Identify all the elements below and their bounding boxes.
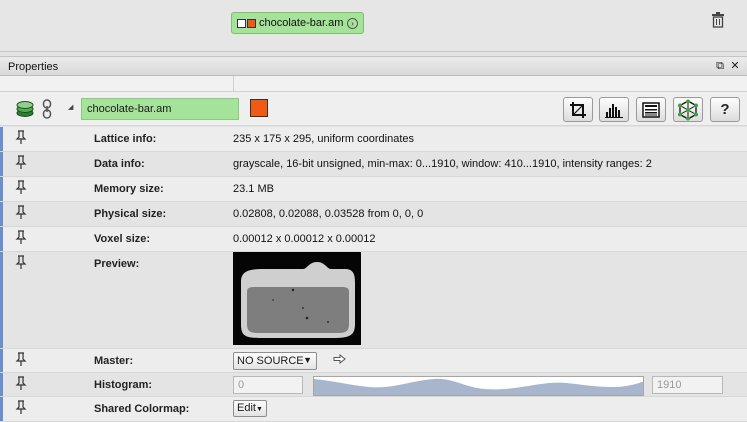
object-toolbar-row: ◢ chocolate-bar.am ? xyxy=(0,92,747,126)
histogram-graph[interactable] xyxy=(313,376,644,396)
float-icon[interactable]: ⧉ xyxy=(714,60,726,72)
pin-icon[interactable] xyxy=(15,400,27,415)
data-object-node[interactable]: chocolate-bar.am › xyxy=(231,12,364,34)
property-row-preview: Preview: xyxy=(0,252,747,349)
property-value: 235 x 175 x 295, uniform coordinates xyxy=(233,133,415,145)
network-button[interactable] xyxy=(673,97,703,122)
property-row-voxel: Voxel size: 0.00012 x 0.00012 x 0.00012 xyxy=(0,227,747,252)
property-label: Physical size: xyxy=(94,208,167,220)
row-edge xyxy=(0,177,3,201)
project-view: chocolate-bar.am › xyxy=(0,0,747,52)
expander-icon[interactable]: ◢ xyxy=(68,103,73,111)
data-view-button[interactable] xyxy=(636,97,666,122)
row-edge xyxy=(0,127,3,151)
property-row-colormap: Shared Colormap: Edit▼ xyxy=(0,397,747,422)
property-value: 23.1 MB xyxy=(233,183,274,195)
object-color-swatch[interactable] xyxy=(250,99,268,117)
data-object-node-label: chocolate-bar.am xyxy=(259,17,344,29)
close-icon[interactable]: ✕ xyxy=(729,60,741,72)
orange-square-icon[interactable] xyxy=(247,18,256,28)
row-edge xyxy=(0,349,3,372)
pin-icon[interactable] xyxy=(15,155,27,170)
property-label: Shared Colormap: xyxy=(94,403,190,415)
edit-button-label: Edit xyxy=(237,402,256,414)
properties-panel-header: Properties ⧉ ✕ xyxy=(0,56,747,76)
crop-button[interactable] xyxy=(563,97,593,122)
histogram-button[interactable] xyxy=(599,97,629,122)
pin-icon[interactable] xyxy=(15,255,27,270)
property-label: Master: xyxy=(94,355,134,367)
histogram-min-field[interactable]: 0 xyxy=(233,376,303,394)
pin-icon[interactable] xyxy=(15,205,27,220)
property-label: Lattice info: xyxy=(94,133,157,145)
row-edge xyxy=(0,227,3,251)
white-square-icon[interactable] xyxy=(237,18,246,28)
circle-arrow-icon[interactable]: › xyxy=(347,17,358,29)
row-edge xyxy=(0,152,3,176)
property-row-lattice: Lattice info: 235 x 175 x 295, uniform c… xyxy=(0,127,747,152)
row-edge xyxy=(0,252,3,348)
column-divider xyxy=(233,76,234,92)
data-view-icon xyxy=(642,101,660,118)
property-row-data-info: Data info: grayscale, 16-bit unsigned, m… xyxy=(0,152,747,177)
pin-icon[interactable] xyxy=(15,352,27,367)
pin-icon[interactable] xyxy=(15,376,27,391)
property-label: Data info: xyxy=(94,158,145,170)
row-edge xyxy=(0,397,3,421)
property-row-histogram: Histogram: 0 1910 xyxy=(0,373,747,397)
master-select[interactable]: NO SOURCE ▼ xyxy=(233,352,317,370)
histogram-icon xyxy=(605,103,623,118)
pin-icon[interactable] xyxy=(15,180,27,195)
property-row-physical: Physical size: 0.02808, 0.02088, 0.03528… xyxy=(0,202,747,227)
property-label: Preview: xyxy=(94,258,140,270)
crop-icon xyxy=(570,101,586,118)
chevron-down-icon: ▼ xyxy=(303,355,312,365)
property-value: 0.02808, 0.02088, 0.03528 from 0, 0, 0 xyxy=(233,208,424,220)
pin-icon[interactable] xyxy=(15,130,27,145)
layers-icon[interactable] xyxy=(15,100,35,118)
chevron-down-icon: ▼ xyxy=(255,406,263,413)
graph-network-icon xyxy=(678,99,698,120)
property-value: grayscale, 16-bit unsigned, min-max: 0..… xyxy=(233,158,652,170)
property-value: 0.00012 x 0.00012 x 0.00012 xyxy=(233,233,376,245)
help-button[interactable]: ? xyxy=(710,97,740,122)
preview-image xyxy=(233,252,361,345)
object-name-field[interactable]: chocolate-bar.am xyxy=(81,98,239,120)
property-row-memory: Memory size: 23.1 MB xyxy=(0,177,747,202)
pin-icon[interactable] xyxy=(15,230,27,245)
row-edge xyxy=(0,202,3,226)
help-icon: ? xyxy=(720,101,730,118)
connect-arrow-icon[interactable] xyxy=(333,354,346,364)
row-edge xyxy=(0,373,3,396)
chain-icon[interactable] xyxy=(42,99,52,119)
panel-title: Properties xyxy=(8,61,59,73)
histogram-max-field[interactable]: 1910 xyxy=(652,376,723,394)
master-select-value: NO SOURCE xyxy=(237,355,304,367)
property-label: Memory size: xyxy=(94,183,164,195)
property-row-master: Master: NO SOURCE ▼ xyxy=(0,349,747,373)
colormap-edit-button[interactable]: Edit▼ xyxy=(233,400,267,417)
histogram-curve xyxy=(314,378,643,395)
properties-subheader xyxy=(0,76,747,92)
trash-icon[interactable] xyxy=(711,12,725,28)
property-label: Histogram: xyxy=(94,379,153,391)
property-label: Voxel size: xyxy=(94,233,151,245)
